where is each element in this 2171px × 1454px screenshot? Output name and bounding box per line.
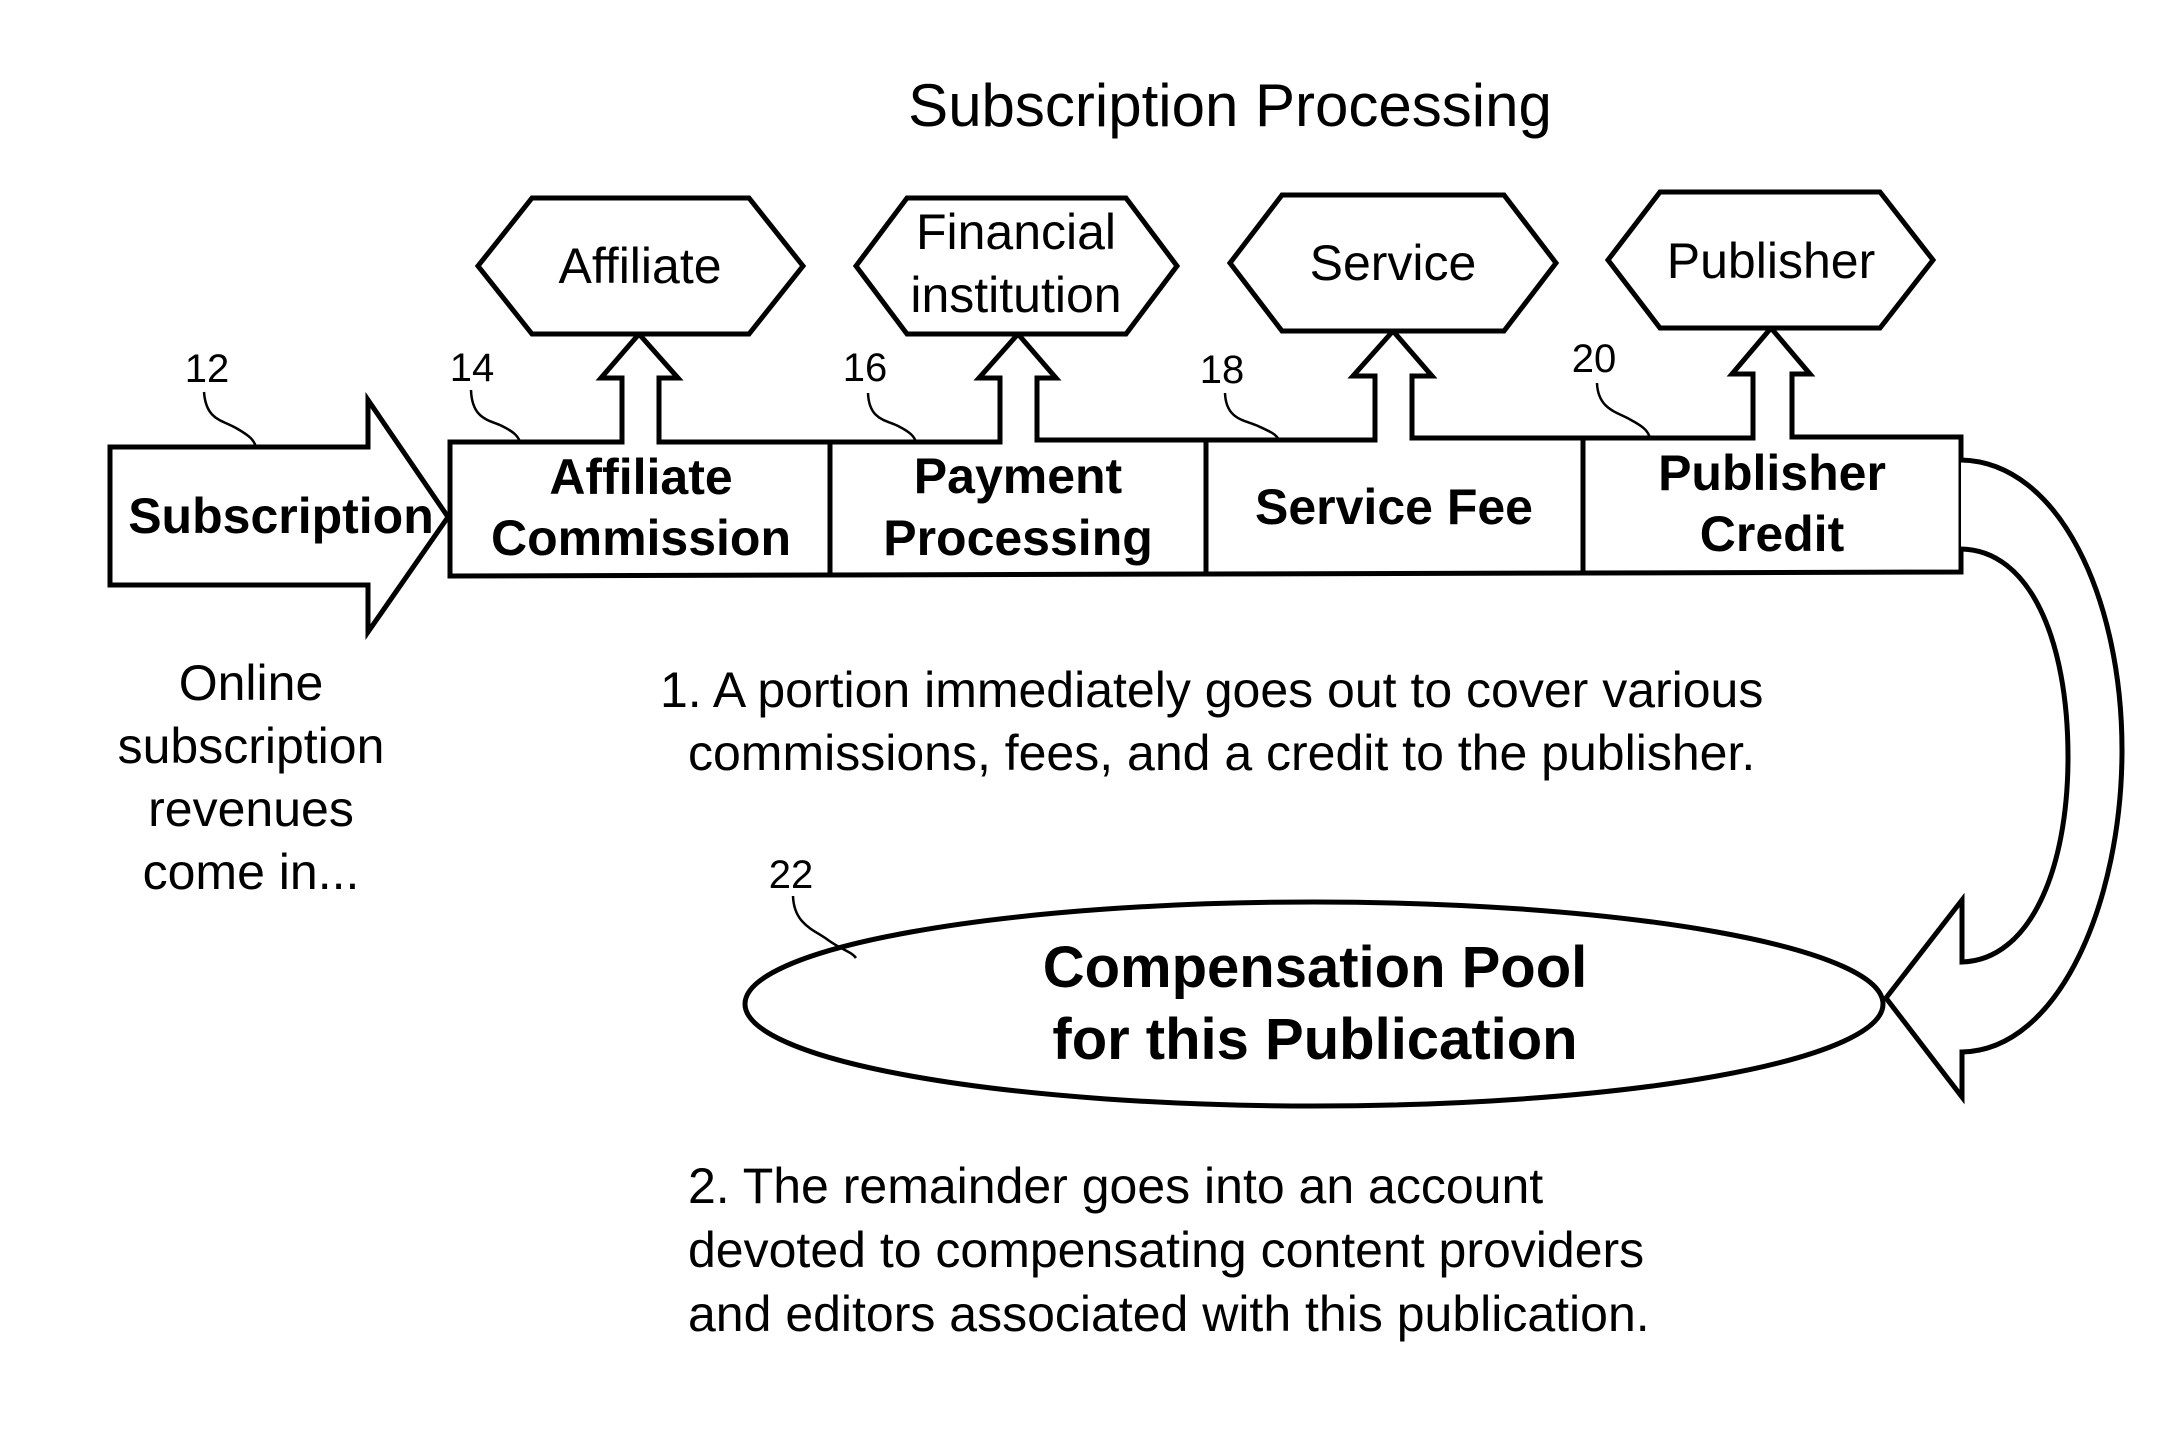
ref-label-14: 14: [450, 346, 495, 390]
stage-label-line: Payment: [914, 448, 1123, 504]
recipient-publisher: Publisher: [1604, 189, 1937, 331]
recipient-label: Financial: [916, 204, 1116, 260]
note-line: devoted to compensating content provider…: [688, 1222, 1644, 1278]
recipient-financial-institution: Financial institution: [852, 195, 1181, 337]
stage-label-line: Processing: [883, 510, 1153, 566]
leader-line-16: [866, 392, 918, 443]
recipient-label: Service: [1310, 235, 1477, 291]
pool-label-line: for this Publication: [1052, 1007, 1577, 1072]
leader-line-18: [1223, 392, 1281, 441]
recipient-service: Service: [1226, 192, 1560, 334]
stage-service-fee: Service Fee: [1255, 479, 1533, 535]
stage-label-line: Publisher: [1658, 445, 1886, 501]
subscription-arrow-label: Subscription: [128, 488, 434, 544]
pool-ellipse: [742, 899, 1886, 1109]
note-line: 1. A portion immediately goes out to cov…: [660, 662, 1763, 718]
recipient-label: Publisher: [1667, 233, 1875, 289]
note-line: and editors associated with this publica…: [688, 1286, 1650, 1342]
ref-label-20: 20: [1572, 337, 1617, 381]
recipient-affiliate: Affiliate: [474, 195, 807, 337]
diagram-title: Subscription Processing: [908, 72, 1552, 139]
compensation-pool: Compensation Pool for this Publication: [742, 899, 1886, 1109]
ref-label-18: 18: [1200, 348, 1245, 392]
leader-line-12: [202, 391, 258, 448]
subscription-processing-diagram: Subscription Processing Subscription 12 …: [107, 72, 2125, 1342]
note-1: 1. A portion immediately goes out to cov…: [660, 662, 1763, 781]
stage-label-line: Commission: [491, 510, 791, 566]
caption-line: come in...: [143, 844, 360, 900]
ref-label-22: 22: [769, 853, 814, 897]
leader-line-14: [469, 389, 522, 443]
caption-line: revenues: [148, 781, 354, 837]
input-caption: Online subscription revenues come in...: [118, 655, 385, 900]
pool-label-line: Compensation Pool: [1043, 935, 1588, 1000]
subscription-input-arrow: Subscription: [107, 391, 452, 640]
ref-label-16: 16: [843, 346, 888, 390]
ref-label-12: 12: [185, 347, 230, 391]
stage-label-line: Credit: [1700, 506, 1845, 562]
recipient-label: Affiliate: [558, 238, 721, 294]
leader-line-20: [1595, 382, 1652, 439]
caption-line: subscription: [118, 718, 385, 774]
note-line: 2. The remainder goes into an account: [688, 1158, 1543, 1214]
stage-label-line: Service Fee: [1255, 479, 1533, 535]
note-2: 2. The remainder goes into an account de…: [688, 1158, 1650, 1342]
recipient-label: institution: [910, 267, 1121, 323]
caption-line: Online: [179, 655, 324, 711]
stage-label-line: Affiliate: [549, 449, 732, 505]
note-line: commissions, fees, and a credit to the p…: [688, 725, 1755, 781]
